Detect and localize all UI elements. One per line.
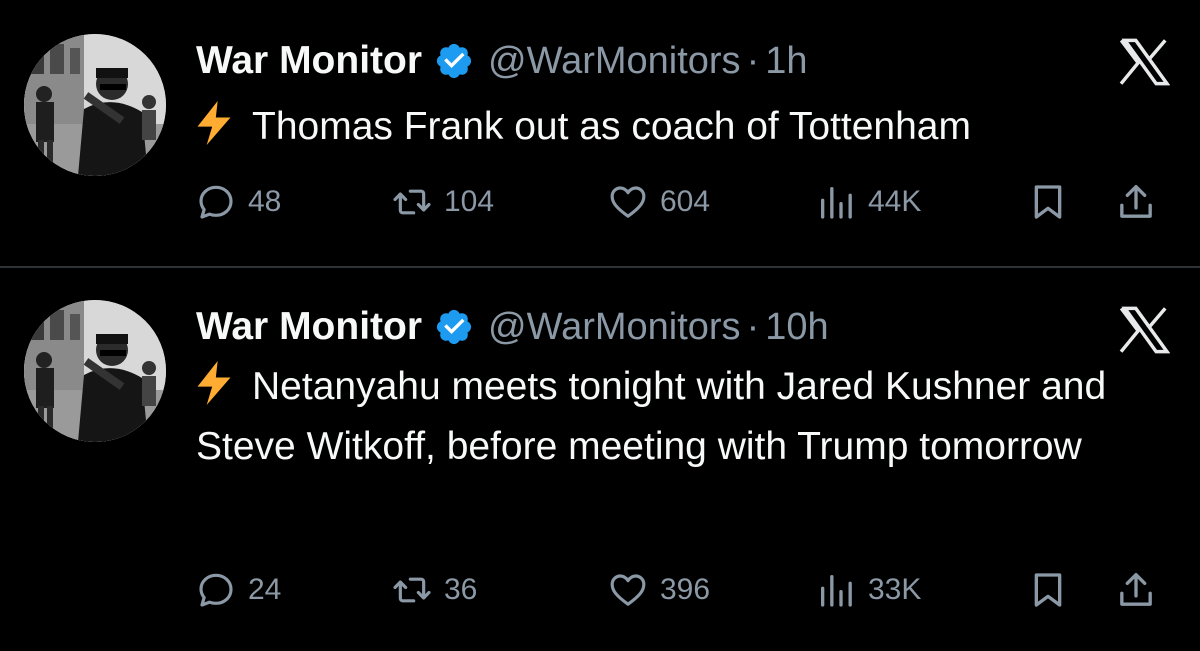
user-handle[interactable]: @WarMonitors (488, 306, 741, 349)
repost-count: 104 (444, 185, 495, 218)
views-chart-icon (816, 570, 856, 610)
share-button[interactable] (1116, 180, 1156, 224)
display-name[interactable]: War Monitor (196, 39, 422, 83)
verified-badge-icon (434, 41, 474, 81)
tweet-header: War Monitor @WarMonitors · 10h (196, 304, 829, 350)
views-button[interactable]: 44K (816, 180, 921, 224)
avatar-image (24, 34, 166, 176)
lightning-bolt-icon (196, 361, 232, 405)
lightning-bolt-icon (196, 101, 232, 145)
avatar-image (24, 300, 166, 442)
user-handle[interactable]: @WarMonitors (488, 40, 741, 83)
like-count: 396 (660, 573, 711, 606)
repost-icon (392, 570, 432, 610)
tweet-body: Thomas Frank out as coach of Tottenham (252, 105, 971, 148)
separator-dot: · (746, 39, 760, 82)
heart-icon (608, 570, 648, 610)
avatar[interactable] (24, 34, 166, 176)
display-name[interactable]: War Monitor (196, 305, 422, 349)
repost-icon (392, 182, 432, 222)
tweet-body: Netanyahu meets tonight with Jared Kushn… (196, 365, 1107, 468)
bookmark-button[interactable] (1028, 180, 1068, 224)
reply-icon (196, 570, 236, 610)
timestamp[interactable]: 1h (765, 40, 807, 83)
views-button[interactable]: 33K (816, 568, 921, 612)
tweet-card[interactable]: War Monitor @WarMonitors · 10h Netanyahu… (0, 268, 1200, 651)
tweet-text: Netanyahu meets tonight with Jared Kushn… (196, 357, 1171, 477)
reply-button[interactable]: 48 (196, 180, 281, 224)
like-count: 604 (660, 185, 711, 218)
bookmark-button[interactable] (1028, 568, 1068, 612)
bookmark-icon (1028, 182, 1068, 222)
x-logo-icon (1118, 38, 1170, 86)
tweet-text: Thomas Frank out as coach of Tottenham (196, 96, 1171, 158)
separator-dot: · (746, 305, 760, 348)
timestamp[interactable]: 10h (765, 306, 828, 349)
action-bar: 24 36 396 33K (196, 568, 1176, 612)
views-chart-icon (816, 182, 856, 222)
views-count: 44K (868, 185, 922, 218)
heart-icon (608, 182, 648, 222)
share-icon (1116, 182, 1156, 222)
repost-button[interactable]: 104 (392, 180, 494, 224)
repost-count: 36 (444, 573, 478, 606)
reply-count: 24 (248, 573, 282, 606)
verified-badge-icon (434, 307, 474, 347)
reply-count: 48 (248, 185, 282, 218)
views-count: 33K (868, 573, 922, 606)
repost-button[interactable]: 36 (392, 568, 477, 612)
share-button[interactable] (1116, 568, 1156, 612)
reply-button[interactable]: 24 (196, 568, 281, 612)
share-icon (1116, 570, 1156, 610)
like-button[interactable]: 604 (608, 180, 710, 224)
tweet-card[interactable]: War Monitor @WarMonitors · 1h Thomas Fra… (0, 0, 1200, 266)
tweet-header: War Monitor @WarMonitors · 1h (196, 38, 808, 84)
like-button[interactable]: 396 (608, 568, 710, 612)
x-logo-icon (1118, 306, 1170, 354)
avatar[interactable] (24, 300, 166, 442)
action-bar: 48 104 604 44K (196, 180, 1176, 224)
bookmark-icon (1028, 570, 1068, 610)
reply-icon (196, 182, 236, 222)
